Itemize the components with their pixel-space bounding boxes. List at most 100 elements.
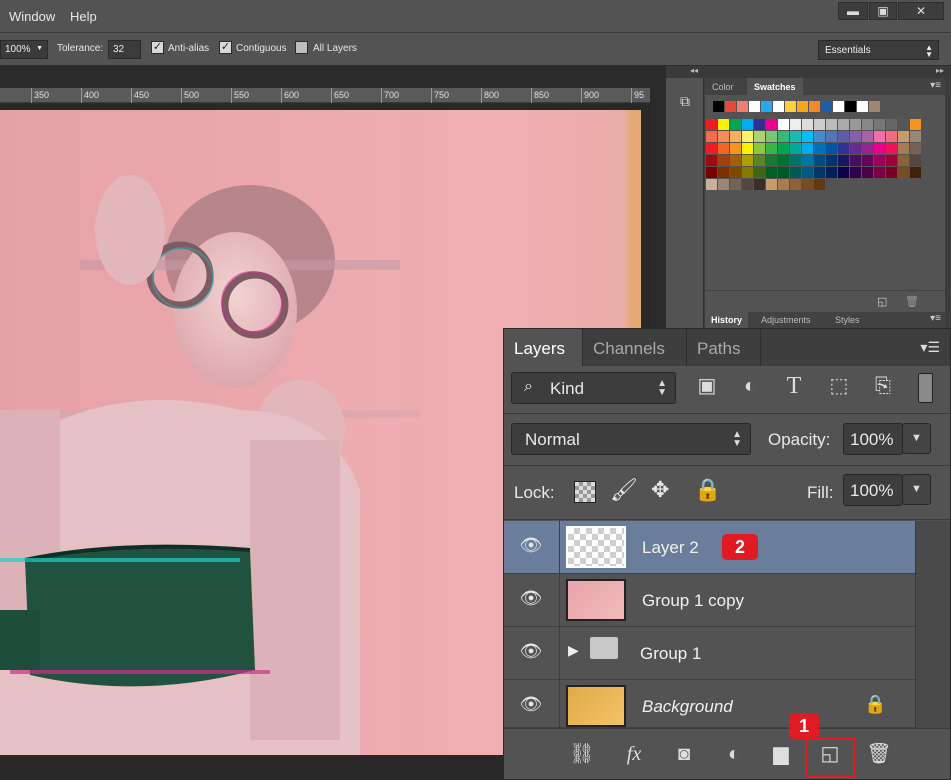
lock-position-icon[interactable]: ✥ — [651, 477, 669, 503]
swatch[interactable] — [754, 119, 765, 130]
swatch[interactable] — [857, 101, 868, 112]
panel-menu-icon[interactable]: ▾☰ — [920, 339, 940, 356]
swatch[interactable] — [886, 143, 897, 154]
new-group-icon[interactable]: ▆ — [766, 740, 796, 768]
menu-window[interactable]: Window — [9, 9, 55, 24]
swatch[interactable] — [802, 179, 813, 190]
swatch[interactable] — [898, 119, 909, 130]
swatch[interactable] — [833, 101, 844, 112]
swatch[interactable] — [790, 143, 801, 154]
history-brush-icon[interactable]: ⧉ — [675, 93, 695, 113]
swatch[interactable] — [790, 119, 801, 130]
tolerance-input[interactable]: 32 — [108, 40, 141, 59]
swatch[interactable] — [814, 143, 825, 154]
swatch[interactable] — [730, 143, 741, 154]
swatch[interactable] — [761, 101, 772, 112]
swatch[interactable] — [766, 179, 777, 190]
tab-adjustments[interactable]: Adjustments — [755, 312, 817, 328]
swatch[interactable] — [706, 143, 717, 154]
swatch[interactable] — [754, 167, 765, 178]
swatch[interactable] — [790, 167, 801, 178]
swatch[interactable] — [713, 101, 724, 112]
new-swatch-icon[interactable]: ◱ — [877, 295, 887, 308]
swatch[interactable] — [826, 155, 837, 166]
swatch[interactable] — [862, 155, 873, 166]
filter-toggle-switch[interactable] — [918, 373, 933, 403]
expand-icon[interactable]: ▸▸ — [936, 66, 944, 75]
swatch[interactable] — [802, 119, 813, 130]
fill-dropdown[interactable]: ▼ — [902, 474, 931, 505]
shape-filter-icon[interactable]: ⬚ — [824, 371, 854, 401]
swatch[interactable] — [766, 155, 777, 166]
swatch[interactable] — [886, 167, 897, 178]
tab-layers[interactable]: Layers — [504, 329, 583, 366]
swatch[interactable] — [737, 101, 748, 112]
swatch[interactable] — [898, 155, 909, 166]
swatch[interactable] — [718, 119, 729, 130]
swatch[interactable] — [785, 101, 796, 112]
swatch[interactable] — [718, 143, 729, 154]
swatch[interactable] — [706, 167, 717, 178]
swatch[interactable] — [814, 179, 825, 190]
swatch[interactable] — [766, 131, 777, 142]
zoom-select[interactable]: 100% ▼ — [0, 40, 48, 59]
panel-menu-icon[interactable]: ▾≡ — [930, 80, 941, 91]
swatch[interactable] — [821, 101, 832, 112]
eye-icon[interactable]: 👁 — [518, 535, 544, 557]
smart-object-filter-icon[interactable]: ⎘ — [868, 371, 898, 401]
tab-channels[interactable]: Channels — [583, 329, 687, 366]
swatch[interactable] — [850, 167, 861, 178]
swatch[interactable] — [730, 131, 741, 142]
swatch[interactable] — [766, 119, 777, 130]
swatch[interactable] — [790, 179, 801, 190]
swatch[interactable] — [778, 179, 789, 190]
blend-mode-select[interactable]: Normal ▲ ▼ — [511, 423, 751, 455]
swatch[interactable] — [778, 155, 789, 166]
tab-color[interactable]: Color — [705, 78, 741, 95]
add-mask-icon[interactable]: ◙ — [669, 740, 699, 768]
swatch[interactable] — [850, 131, 861, 142]
tab-swatches[interactable]: Swatches — [747, 78, 803, 95]
swatch[interactable] — [730, 119, 741, 130]
swatch[interactable] — [862, 131, 873, 142]
swatch[interactable] — [742, 179, 753, 190]
swatch[interactable] — [802, 131, 813, 142]
contiguous-checkbox[interactable]: ✓ — [219, 41, 232, 54]
swatch[interactable] — [766, 167, 777, 178]
opacity-dropdown[interactable]: ▼ — [902, 423, 931, 454]
swatch[interactable] — [838, 131, 849, 142]
swatch[interactable] — [826, 167, 837, 178]
swatch[interactable] — [862, 167, 873, 178]
fill-input[interactable]: 100% — [843, 474, 903, 506]
minimize-button[interactable]: ▬ — [838, 2, 868, 20]
swatch[interactable] — [910, 155, 921, 166]
swatch[interactable] — [778, 143, 789, 154]
swatch[interactable] — [778, 167, 789, 178]
swatch[interactable] — [706, 119, 717, 130]
swatch[interactable] — [778, 131, 789, 142]
swatch[interactable] — [773, 101, 784, 112]
swatch[interactable] — [910, 119, 921, 130]
swatch[interactable] — [898, 131, 909, 142]
eye-icon[interactable]: 👁 — [518, 588, 544, 610]
swatch[interactable] — [730, 167, 741, 178]
swatch[interactable] — [862, 119, 873, 130]
swatch[interactable] — [874, 155, 885, 166]
delete-layer-icon[interactable]: 🗑 — [864, 740, 894, 768]
opacity-input[interactable]: 100% — [843, 423, 903, 455]
swatch[interactable] — [814, 131, 825, 142]
swatch[interactable] — [706, 131, 717, 142]
layer-row-layer-2[interactable]: 👁 Layer 2 2 — [504, 521, 915, 574]
swatch[interactable] — [886, 131, 897, 142]
swatch[interactable] — [725, 101, 736, 112]
swatch[interactable] — [850, 155, 861, 166]
swatch[interactable] — [814, 155, 825, 166]
swatch[interactable] — [826, 143, 837, 154]
expand-arrow-icon[interactable]: ▶ — [568, 642, 579, 659]
swatch[interactable] — [802, 155, 813, 166]
pixel-filter-icon[interactable]: ▣ — [692, 371, 722, 401]
tab-styles[interactable]: Styles — [829, 312, 866, 328]
swatch[interactable] — [886, 119, 897, 130]
swatch[interactable] — [718, 131, 729, 142]
swatch[interactable] — [910, 143, 921, 154]
